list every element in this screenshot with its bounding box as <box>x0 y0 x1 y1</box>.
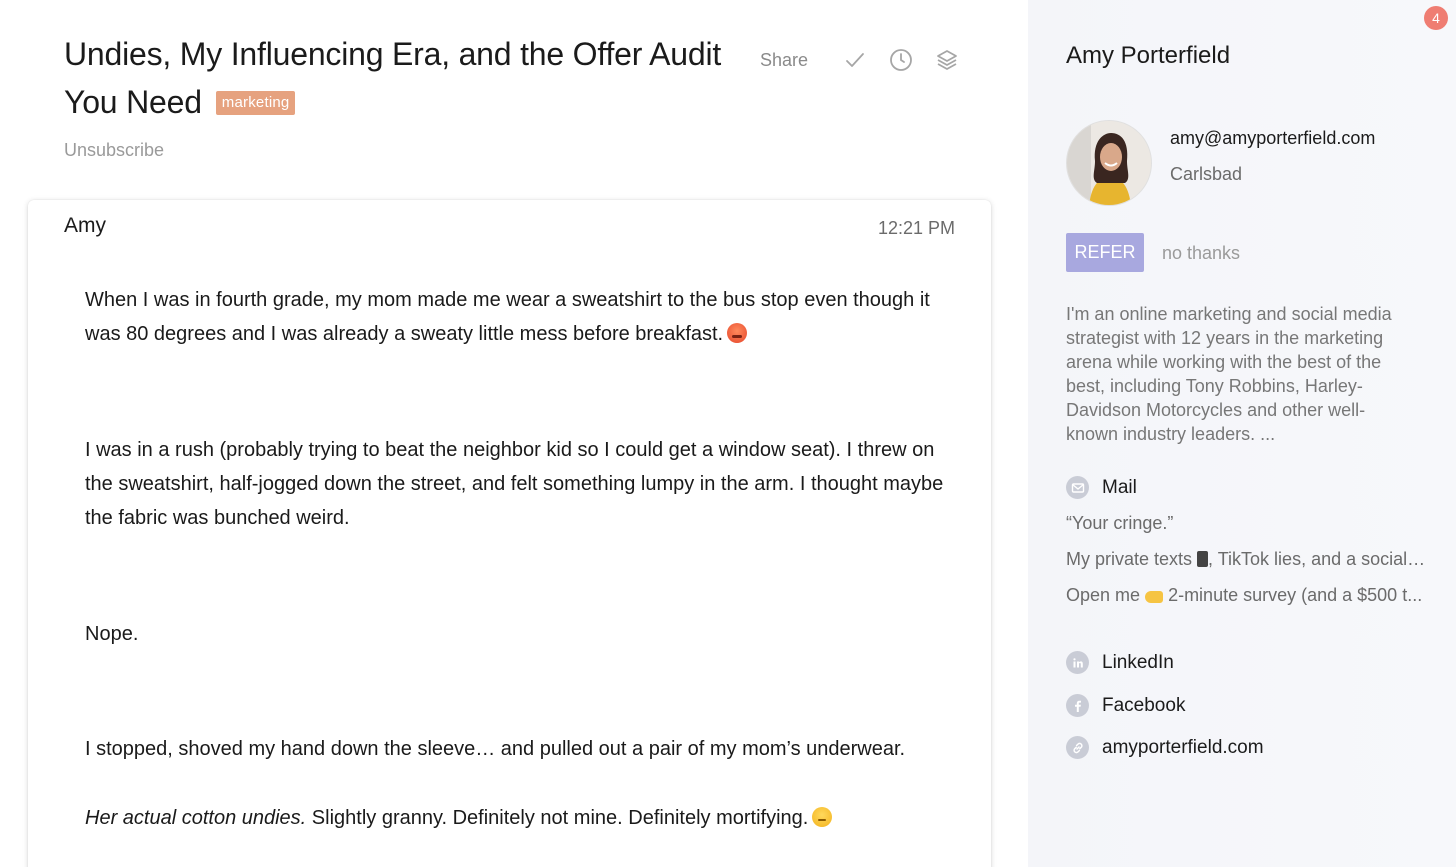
paragraph-text: Slightly granny. Definitely not mine. De… <box>306 807 809 829</box>
message-paragraph: Nope. <box>85 623 139 645</box>
recent-mail-text: 2-minute survey (and a $500 t... <box>1168 585 1423 605</box>
sender-name: Amy <box>64 214 106 237</box>
facebook-icon <box>1066 694 1089 717</box>
unsubscribe-link[interactable]: Unsubscribe <box>64 140 164 161</box>
recent-mail-item[interactable]: My private texts , TikTok lies, and a so… <box>1066 549 1426 570</box>
email-pane: Undies, My Influencing Era, and the Offe… <box>0 0 1028 867</box>
no-thanks-link[interactable]: no thanks <box>1162 243 1240 264</box>
linkedin-label: LinkedIn <box>1102 651 1174 673</box>
refer-button[interactable]: REFER <box>1066 233 1144 272</box>
message-paragraph: When I was in fourth grade, my mom made … <box>85 283 945 351</box>
paragraph-text: When I was in fourth grade, my mom made … <box>85 289 930 345</box>
contact-sidebar: 4 Amy Porterfield amy@amyporterfield.com… <box>1028 0 1456 867</box>
avatar <box>1066 120 1152 206</box>
email-subject: Undies, My Influencing Era, and the Offe… <box>64 30 744 126</box>
italic-text: Her actual cotton undies. <box>85 807 307 829</box>
pointing-hand-emoji-icon <box>1145 591 1164 603</box>
mail-section-header: Mail <box>1066 476 1137 499</box>
recent-mail-text: My private texts <box>1066 549 1198 569</box>
category-tag[interactable]: marketing <box>215 91 296 115</box>
message-time: 12:21 PM <box>877 218 955 238</box>
linkedin-link[interactable]: LinkedIn <box>1066 651 1174 674</box>
recent-mail-item[interactable]: “Your cringe.” <box>1066 513 1426 534</box>
mail-label: Mail <box>1102 476 1137 498</box>
check-icon[interactable] <box>842 47 868 73</box>
message-card: Amy 12:21 PM When I was in fourth grade,… <box>28 200 991 867</box>
mail-icon <box>1066 476 1089 499</box>
hot-face-emoji-icon <box>727 323 748 343</box>
linkedin-icon <box>1066 651 1089 674</box>
website-link[interactable]: amyporterfield.com <box>1066 736 1264 759</box>
contact-email[interactable]: amy@amyporterfield.com <box>1170 128 1375 149</box>
message-paragraph: I stopped, shoved my hand down the sleev… <box>85 738 906 760</box>
website-label: amyporterfield.com <box>1102 736 1264 758</box>
contact-name: Amy Porterfield <box>1066 42 1231 69</box>
recent-mail-text: Open me <box>1066 585 1146 605</box>
clock-icon[interactable] <box>888 47 914 73</box>
facebook-link[interactable]: Facebook <box>1066 694 1185 717</box>
email-toolbar: Share <box>760 44 980 76</box>
contact-city: Carlsbad <box>1170 164 1243 184</box>
layers-icon[interactable] <box>934 47 960 73</box>
share-button[interactable]: Share <box>760 50 808 71</box>
grimace-emoji-icon <box>812 807 833 827</box>
contact-bio: I'm an online marketing and social media… <box>1066 304 1392 444</box>
message-paragraph: I was in a rush (probably trying to beat… <box>85 439 944 529</box>
link-icon <box>1066 736 1089 759</box>
recent-mail-text: , TikTok lies, and a social media... <box>1208 549 1426 569</box>
message-paragraph: Her actual cotton undies. Slightly grann… <box>85 801 945 835</box>
email-subject-text: Undies, My Influencing Era, and the Offe… <box>64 36 722 120</box>
phone-emoji-icon <box>1197 551 1209 567</box>
facebook-label: Facebook <box>1102 694 1186 716</box>
recent-mail-item[interactable]: Open me 2-minute survey (and a $500 t... <box>1066 585 1426 606</box>
notification-badge[interactable]: 4 <box>1424 6 1448 30</box>
